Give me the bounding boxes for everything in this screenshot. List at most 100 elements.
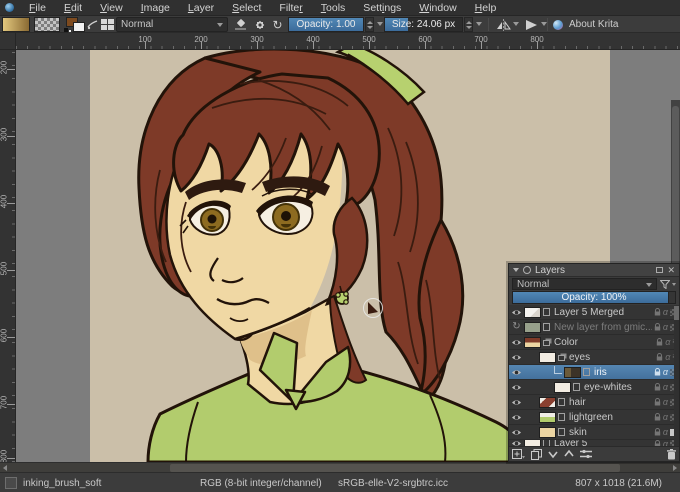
scroll-left-icon[interactable] (3, 465, 7, 471)
lock-icon[interactable] (654, 383, 661, 391)
alpha-lock-icon[interactable]: α (663, 308, 668, 316)
menu-window[interactable]: Window (419, 2, 465, 14)
alpha-lock-icon[interactable]: α (663, 398, 668, 406)
reload-original-preset-icon[interactable]: ↻ (270, 17, 285, 32)
layer-row-eye-whites[interactable]: eye-whitesα (509, 380, 679, 395)
layer-thumbnail[interactable] (539, 427, 556, 438)
layer-visibility-icon[interactable] (509, 428, 524, 437)
menu-image[interactable]: Image (141, 2, 179, 14)
horizontal-scroll-thumb[interactable] (170, 464, 620, 472)
lock-icon[interactable] (654, 440, 661, 446)
size-menu-icon[interactable] (476, 22, 482, 26)
brush-presets-icon[interactable] (100, 17, 115, 32)
layer-row-new-layer-from-gmic[interactable]: ↻New layer from gmic...α (509, 320, 679, 335)
edit-brush-settings-icon[interactable] (86, 17, 98, 32)
lock-icon[interactable] (654, 368, 661, 376)
scroll-right-icon[interactable] (673, 465, 677, 471)
layer-row-skin[interactable]: skinα (509, 425, 679, 440)
float-docker-icon[interactable] (656, 267, 663, 273)
alpha-lock-icon[interactable]: α (663, 323, 668, 331)
alpha-lock-icon[interactable]: α (665, 338, 670, 346)
lock-icon[interactable] (654, 323, 661, 331)
layer-thumbnail[interactable] (524, 307, 541, 318)
background-color-swatch[interactable] (73, 22, 85, 32)
layer-row-color[interactable]: Colorα≡ (509, 335, 679, 350)
alpha-lock-icon[interactable]: α (663, 440, 668, 446)
layer-list-scrollbar[interactable] (674, 305, 679, 446)
menu-settings[interactable]: Settings (363, 2, 410, 14)
menu-layer[interactable]: Layer (188, 2, 223, 14)
opacity-slider[interactable]: Opacity: 1.00 (288, 17, 364, 32)
size-spinner[interactable] (464, 17, 473, 32)
layer-row-iris[interactable]: irisα (509, 365, 679, 380)
layer-row-lightgreen[interactable]: lightgreenα (509, 410, 679, 425)
menu-help[interactable]: Help (475, 2, 506, 14)
layer-thumbnail[interactable] (524, 322, 541, 333)
layer-thumbnail[interactable] (539, 397, 556, 408)
brush-preset-icon[interactable] (5, 477, 17, 489)
layer-thumbnail[interactable] (524, 440, 541, 446)
layer-opacity-spinner[interactable] (668, 292, 675, 303)
layer-visibility-icon[interactable] (509, 353, 524, 362)
brush-size-slider[interactable]: Size: 24.06 px (384, 17, 463, 32)
alpha-lock-icon[interactable]: α (663, 413, 668, 421)
duplicate-layer-button[interactable] (531, 449, 542, 460)
mirror-view-icon[interactable] (494, 17, 512, 32)
lock-icon[interactable] (654, 398, 661, 406)
gradient-chooser[interactable] (2, 17, 30, 32)
pattern-chooser[interactable] (34, 17, 60, 32)
layer-thumbnail[interactable] (539, 412, 556, 423)
opacity-menu-icon[interactable] (377, 22, 383, 26)
layer-row-hair[interactable]: hairα (509, 395, 679, 410)
layer-row-layer-5-merged[interactable]: Layer 5 Mergedα (509, 305, 679, 320)
move-layer-up-button[interactable] (564, 449, 574, 459)
layer-visibility-icon[interactable] (509, 368, 524, 377)
layer-visibility-icon[interactable] (509, 383, 524, 392)
layer-blending-mode-select[interactable]: Normal (512, 278, 657, 290)
layer-updating-icon[interactable]: ↻ (509, 322, 524, 332)
layer-visibility-icon[interactable] (509, 338, 524, 347)
lock-icon[interactable] (654, 413, 661, 421)
menu-tools[interactable]: Tools (321, 2, 355, 14)
layer-filter-button[interactable] (660, 280, 676, 289)
menu-filter[interactable]: Filter (279, 2, 311, 14)
layer-visibility-icon[interactable] (509, 440, 524, 446)
layer-thumbnail[interactable] (554, 382, 571, 393)
about-krita-button[interactable]: About Krita (553, 17, 618, 32)
layer-thumbnail[interactable] (539, 352, 556, 363)
alpha-lock-icon[interactable]: α (663, 368, 668, 376)
lock-icon[interactable] (654, 428, 661, 436)
layer-list-scroll-thumb[interactable] (674, 306, 679, 320)
menu-edit[interactable]: Edit (64, 2, 91, 14)
lock-icon[interactable] (656, 353, 663, 361)
foreground-background-colors[interactable] (64, 17, 88, 32)
layer-visibility-icon[interactable] (509, 398, 524, 407)
blending-mode-select[interactable]: Normal (116, 17, 228, 32)
menu-file[interactable]: File (29, 2, 55, 14)
layer-visibility-icon[interactable] (509, 308, 524, 317)
alpha-lock-icon[interactable]: α (665, 353, 670, 361)
layer-thumbnail[interactable] (524, 337, 541, 348)
menu-view[interactable]: View (100, 2, 132, 14)
layer-row-layer-5[interactable]: Layer 5α (509, 440, 679, 446)
layers-docker-titlebar[interactable]: Layers ✕ (509, 264, 679, 277)
layer-row-eyes[interactable]: eyesα≡ (509, 350, 679, 365)
lock-icon[interactable] (654, 308, 661, 316)
move-layer-down-button[interactable] (548, 449, 558, 459)
layer-visibility-icon[interactable] (509, 413, 524, 422)
opacity-spinner[interactable] (365, 17, 374, 32)
reload-preset-gear-icon[interactable] (252, 17, 268, 32)
lock-icon[interactable] (656, 338, 663, 346)
close-docker-icon[interactable]: ✕ (667, 266, 675, 275)
layer-thumbnail[interactable] (564, 367, 581, 378)
collapse-icon[interactable] (513, 268, 519, 272)
alpha-lock-icon[interactable]: α (663, 428, 668, 436)
mirror-menu-icon[interactable] (513, 22, 519, 26)
eraser-mode-button[interactable] (232, 17, 248, 32)
alpha-lock-icon[interactable]: α (663, 383, 668, 391)
layer-opacity-slider[interactable]: Opacity: 100% (512, 291, 676, 304)
add-layer-button[interactable] (512, 449, 525, 460)
delete-layer-button[interactable] (667, 449, 676, 460)
wrap-around-icon[interactable] (522, 17, 540, 32)
menu-select[interactable]: Select (232, 2, 270, 14)
